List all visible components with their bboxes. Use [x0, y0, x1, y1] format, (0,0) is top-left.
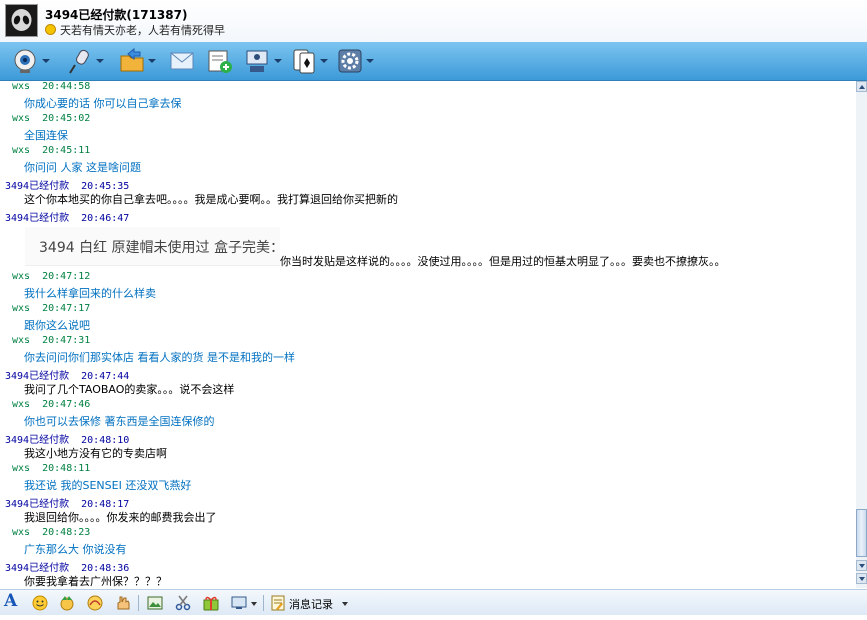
- message-text: 我什么样拿回来的什么样卖: [24, 287, 156, 300]
- chat-scrollbar[interactable]: [856, 81, 867, 588]
- message-header: 3494已经付款 20:48:17: [5, 499, 130, 510]
- message-text: 我还说 我的SENSEI 还没双飞燕好: [24, 479, 192, 492]
- toolbar-separator: [263, 595, 264, 611]
- message-header: 3494已经付款 20:46:47: [5, 213, 130, 224]
- message-header: 3494已经付款 20:45:35: [5, 181, 130, 192]
- message-header: wxs 20:48:23: [12, 527, 91, 538]
- screenshot-button[interactable]: [145, 593, 165, 613]
- more-tools-button[interactable]: [229, 593, 261, 613]
- chevron-down-icon: [251, 602, 257, 606]
- message-text: 你要我拿着去广州保？？？？: [24, 575, 167, 588]
- input-toolbar: A 消息记录: [0, 589, 867, 615]
- scroll-up-button[interactable]: [856, 81, 867, 92]
- message-text: 我退回给你。。。。你发来的邮费我会出了: [24, 511, 217, 524]
- message-header: 3494已经付款 20:48:36: [5, 563, 130, 574]
- status-online-icon: [45, 24, 56, 35]
- playing-card-icon: [293, 49, 315, 74]
- message-text: 你当时发贴是这样说的。。。。没使过用。。。。但是用过的恒基太明显了。。。要卖也不…: [280, 255, 726, 268]
- message-header: wxs 20:44:58: [12, 81, 91, 92]
- gear-icon: [338, 49, 362, 73]
- folder-icon: [120, 47, 144, 72]
- message-text: 你成心要的话 你可以自己拿去保: [24, 97, 182, 110]
- webcam-icon: [14, 49, 36, 73]
- message-text: 你去问问你们那实体店 看看人家的货 是不是和我的一样: [24, 351, 295, 364]
- chevron-down-icon[interactable]: [274, 59, 282, 63]
- scroll-thumb[interactable]: [856, 509, 867, 557]
- toolbar: [0, 42, 867, 81]
- pasted-image[interactable]: 3494 白红 原建帽未使用过 盒子完美：: [25, 227, 284, 266]
- remote-assistance-button[interactable]: [244, 47, 284, 75]
- message-header: wxs 20:47:46: [12, 399, 91, 410]
- message-text: 你也可以去保修 著东西是全国连保修的: [24, 415, 215, 428]
- settings-button[interactable]: [336, 47, 376, 75]
- chevron-down-icon: [859, 577, 865, 581]
- chevron-down-icon[interactable]: [96, 59, 104, 63]
- chevron-down-icon: [342, 602, 348, 606]
- chevron-down-icon[interactable]: [148, 59, 156, 63]
- smiley-icon: [32, 595, 48, 611]
- scissors-icon: [175, 595, 191, 611]
- contact-signature: 天若有情天亦老，人若有情死得早: [60, 24, 225, 37]
- chevron-down-icon: [859, 564, 865, 568]
- chevron-down-icon[interactable]: [366, 59, 374, 63]
- chat-history[interactable]: wxs 20:44:58 你成心要的话 你可以自己拿去保 wxs 20:45:0…: [0, 81, 856, 588]
- emoticon-button[interactable]: [30, 593, 50, 613]
- message-header: wxs 20:48:11: [12, 463, 91, 474]
- chevron-down-icon[interactable]: [320, 59, 328, 63]
- remote-assistance-icon: [246, 50, 268, 72]
- add-contact-button[interactable]: [206, 47, 234, 75]
- message-header: 3494已经付款 20:47:44: [5, 371, 130, 382]
- message-header: wxs 20:45:11: [12, 145, 91, 156]
- scribble-icon: [87, 595, 103, 611]
- history-icon: [271, 595, 285, 611]
- contact-avatar[interactable]: [5, 4, 38, 37]
- chat-header: 3494已经付款(171387) 天若有情天亦老，人若有情死得早: [0, 0, 867, 42]
- send-message-button[interactable]: [168, 47, 196, 75]
- video-call-button[interactable]: [12, 47, 52, 75]
- microphone-icon: [69, 49, 89, 74]
- scroll-end-button[interactable]: [856, 573, 867, 584]
- scroll-down-button[interactable]: [856, 560, 867, 571]
- message-text: 我这小地方没有它的专卖店啊: [24, 447, 167, 460]
- message-text: 全国连保: [24, 129, 68, 142]
- send-file-button[interactable]: [118, 47, 158, 75]
- message-text: 我问了几个TAOBAO的卖家。。。说不会这样: [24, 383, 235, 396]
- alien-avatar-icon: [11, 9, 32, 31]
- pasted-image-caption: 3494 白红 原建帽未使用过 盒子完美：: [39, 240, 284, 256]
- message-text: 广东那么大 你说没有: [24, 543, 127, 556]
- message-header: wxs 20:47:12: [12, 271, 91, 282]
- magic-emoticon-button[interactable]: [57, 593, 77, 613]
- hand-icon: [117, 596, 130, 610]
- voice-call-button[interactable]: [66, 47, 106, 75]
- toolbar-separator: [138, 595, 139, 611]
- message-header: wxs 20:47:31: [12, 335, 91, 346]
- magic-face-icon: [60, 596, 74, 611]
- gift-button[interactable]: [201, 593, 221, 613]
- scribble-button[interactable]: [85, 593, 105, 613]
- message-text: 跟你这么说吧: [24, 319, 90, 332]
- message-header: wxs 20:45:02: [12, 113, 91, 124]
- font-button[interactable]: A: [4, 591, 24, 611]
- message-text: 这个你本地买的你自己拿去吧。。。。我是成心要啊。。我打算退回给你买把新的: [24, 193, 398, 206]
- send-image-button[interactable]: [173, 593, 193, 613]
- envelope-icon: [170, 52, 194, 70]
- gift-icon: [203, 596, 219, 611]
- message-header: wxs 20:47:17: [12, 303, 91, 314]
- nudge-button[interactable]: [113, 593, 133, 613]
- message-header: 3494已经付款 20:48:10: [5, 435, 130, 446]
- contact-name: 3494已经付款(171387): [45, 8, 188, 22]
- monitor-icon: [231, 596, 247, 609]
- add-contact-icon: [208, 50, 232, 73]
- image-icon: [147, 596, 163, 610]
- message-history-button[interactable]: 消息记录: [268, 593, 350, 613]
- message-history-label: 消息记录: [289, 598, 333, 611]
- chevron-up-icon: [859, 85, 865, 89]
- game-button[interactable]: [290, 47, 330, 75]
- message-text: 你问问 人家 这是啥问题: [24, 161, 141, 174]
- chevron-down-icon[interactable]: [42, 59, 50, 63]
